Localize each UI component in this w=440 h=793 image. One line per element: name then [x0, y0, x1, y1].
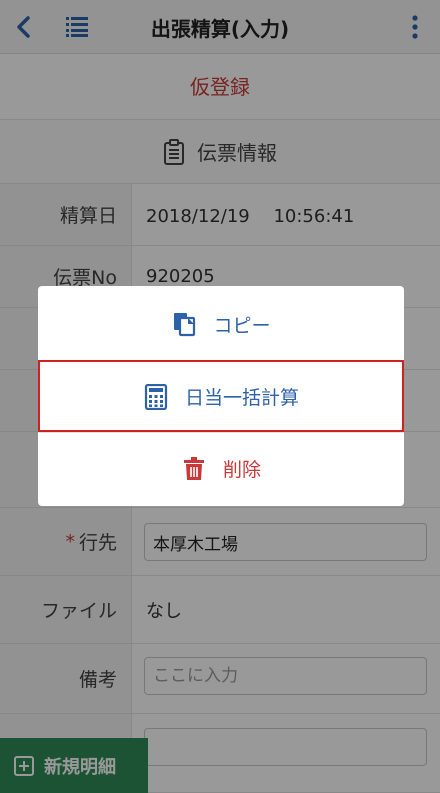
delete-menu-item[interactable]: 削除 [38, 432, 404, 504]
menu-item-label: コピー [213, 314, 271, 337]
calculator-icon [144, 383, 168, 410]
menu-item-label: 削除 [222, 459, 261, 481]
menu-item-label: 日当一括計算 [184, 387, 299, 409]
copy-menu-item[interactable]: コピー [38, 288, 404, 360]
action-menu: コピー 日当一括計算 削除 [38, 286, 404, 506]
copy-icon [174, 313, 196, 337]
trash-icon [183, 456, 204, 480]
daily-allowance-calc-menu-item[interactable]: 日当一括計算 [38, 360, 404, 432]
